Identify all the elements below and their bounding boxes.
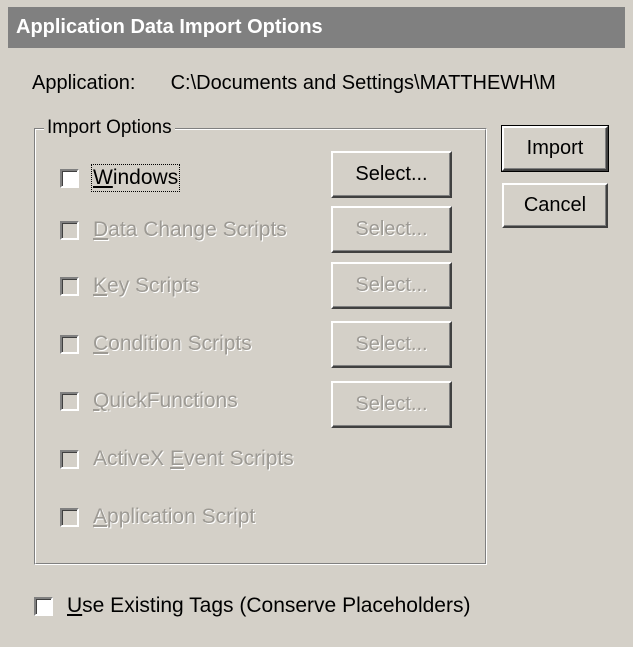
import-options-group-label: Import Options	[44, 117, 175, 139]
dialog-title: Application Data Import Options	[16, 16, 323, 38]
option-quickfunctions[interactable]: QuickFunctions	[60, 387, 238, 415]
import-button-label: Import	[526, 137, 584, 159]
key-scripts-label: Key Scripts	[93, 274, 200, 297]
use-existing-tags-checkbox[interactable]	[34, 596, 53, 616]
windows-label[interactable]: Windows	[90, 164, 181, 192]
cancel-button-label: Cancel	[523, 194, 587, 216]
select-quickfunctions-label: Select...	[355, 393, 428, 415]
select-condition-scripts-button[interactable]: Select...	[331, 321, 452, 368]
select-key-scripts-button[interactable]: Select...	[331, 262, 452, 309]
select-windows-label: Select...	[355, 163, 428, 185]
data-change-scripts-label: Data Change Scripts	[93, 218, 287, 241]
select-data-change-scripts-button[interactable]: Select...	[331, 206, 452, 253]
select-data-change-scripts-label: Select...	[355, 218, 428, 240]
application-label: Application:	[32, 72, 136, 94]
quickfunctions-checkbox[interactable]	[60, 391, 79, 411]
condition-scripts-label: Condition Scripts	[93, 332, 252, 355]
condition-scripts-checkbox[interactable]	[60, 334, 79, 354]
option-key-scripts[interactable]: Key Scripts	[60, 272, 199, 300]
quickfunctions-label: QuickFunctions	[93, 389, 238, 412]
application-script-checkbox[interactable]	[60, 507, 79, 527]
select-key-scripts-label: Select...	[355, 274, 428, 296]
dialog-title-bar: Application Data Import Options	[8, 7, 625, 48]
application-row: Application: C:\Documents and Settings\M…	[32, 72, 556, 95]
cancel-button[interactable]: Cancel	[502, 183, 608, 228]
select-quickfunctions-button[interactable]: Select...	[331, 381, 452, 428]
data-change-scripts-checkbox[interactable]	[60, 220, 79, 240]
option-activex-event-scripts[interactable]: ActiveX Event Scripts	[60, 445, 294, 473]
application-script-label: Application Script	[93, 505, 256, 528]
import-button[interactable]: Import	[501, 125, 609, 172]
option-condition-scripts[interactable]: Condition Scripts	[60, 330, 252, 358]
activex-event-scripts-checkbox[interactable]	[60, 449, 79, 469]
activex-event-scripts-label: ActiveX Event Scripts	[93, 447, 294, 470]
option-windows[interactable]: Windows	[60, 164, 181, 192]
windows-checkbox[interactable]	[60, 168, 79, 188]
key-scripts-checkbox[interactable]	[60, 276, 79, 296]
use-existing-tags-label[interactable]: Use Existing Tags (Conserve Placeholders…	[67, 594, 470, 618]
application-path: C:\Documents and Settings\MATTHEWH\M	[170, 72, 556, 94]
option-data-change-scripts[interactable]: Data Change Scripts	[60, 216, 287, 244]
select-windows-button[interactable]: Select...	[331, 151, 452, 198]
option-application-script[interactable]: Application Script	[60, 503, 255, 531]
select-condition-scripts-label: Select...	[355, 333, 428, 355]
option-use-existing-tags[interactable]: Use Existing Tags (Conserve Placeholders…	[34, 594, 470, 618]
